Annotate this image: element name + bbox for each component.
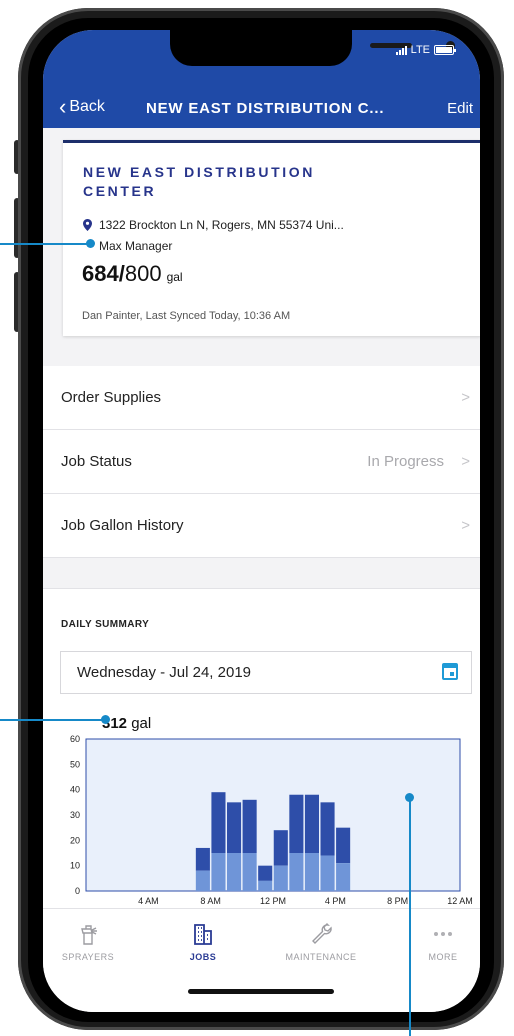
gallons-unit: gal xyxy=(166,270,183,284)
location-pin-icon xyxy=(83,219,92,231)
menu-item-job-gallon-history[interactable]: Job Gallon History > xyxy=(43,494,480,558)
bar-upper xyxy=(273,830,288,866)
x-tick-label: 8 PM xyxy=(387,896,408,906)
gallons-current: 684 xyxy=(82,261,119,286)
bar-upper xyxy=(320,802,335,856)
status-indicators: LTE xyxy=(395,44,456,56)
job-title: NEW EAST DISTRIBUTION CENTER xyxy=(83,164,315,199)
callout-line-manager xyxy=(0,243,88,245)
x-tick-label: 4 PM xyxy=(325,896,346,906)
back-button[interactable]: ‹ Back xyxy=(59,94,105,119)
bar-upper xyxy=(211,792,226,853)
bar-upper xyxy=(242,799,257,853)
bar-lower xyxy=(258,880,273,891)
chevron-right-icon: > xyxy=(461,453,470,470)
sprayer-icon xyxy=(81,925,97,945)
calendar-icon[interactable] xyxy=(442,663,458,680)
notch xyxy=(170,30,455,66)
bar-lower xyxy=(273,865,288,891)
callout-line-chart xyxy=(409,797,411,1036)
date-picker[interactable]: Wednesday - Jul 24, 2019 xyxy=(60,651,472,694)
plot-area xyxy=(85,738,461,892)
tab-label: MAINTENANCE xyxy=(285,952,357,962)
job-address: 1322 Brockton Ln N, Rogers, MN 55374 Uni… xyxy=(83,218,344,232)
y-tick-label: 0 xyxy=(75,886,80,896)
bar-lower xyxy=(195,870,210,891)
bar-upper xyxy=(258,865,273,881)
x-tick-label: 4 AM xyxy=(138,896,159,906)
bar-upper xyxy=(336,827,351,864)
job-card: NEW EAST DISTRIBUTION CENTER 1322 Brockt… xyxy=(63,140,480,336)
bar-lower xyxy=(320,855,335,891)
building-icon xyxy=(194,924,212,945)
menu-item-job-status[interactable]: Job Status In Progress > xyxy=(43,430,480,494)
nav-bar: ‹ Back NEW EAST DISTRIBUTION C... Edit xyxy=(43,92,480,128)
y-tick-label: 60 xyxy=(70,735,80,744)
y-tick-label: 50 xyxy=(70,759,80,769)
sync-status: Dan Painter, Last Synced Today, 10:36 AM xyxy=(82,310,291,322)
app-screen: LTE ‹ Back NEW EAST DISTRIBUTION C... Ed… xyxy=(43,30,480,1012)
bar-upper xyxy=(195,847,210,871)
chevron-right-icon: > xyxy=(461,389,470,406)
callout-dot-manager xyxy=(86,239,95,248)
chevron-right-icon: > xyxy=(461,517,470,534)
daily-summary: DAILY SUMMARY Wednesday - Jul 24, 2019 3… xyxy=(43,588,480,908)
bar-lower xyxy=(304,853,319,891)
edit-button[interactable]: Edit xyxy=(447,100,473,117)
back-label: Back xyxy=(69,98,105,115)
summary-title: DAILY SUMMARY xyxy=(61,619,150,630)
gallon-gauge: 684 / 800 gal xyxy=(82,261,183,287)
tab-sprayers[interactable]: SPRAYERS xyxy=(43,921,133,962)
page: LTE ‹ Back NEW EAST DISTRIBUTION C... Ed… xyxy=(0,0,514,1036)
status-bar: LTE xyxy=(43,30,480,92)
address-text: 1322 Brockton Ln N, Rogers, MN 55374 Uni… xyxy=(99,218,344,232)
gallons-max: 800 xyxy=(124,261,162,286)
bar-lower xyxy=(242,853,257,891)
tab-label: JOBS xyxy=(189,952,217,962)
bar-upper xyxy=(289,794,304,853)
bar-lower xyxy=(211,853,226,891)
y-tick-label: 30 xyxy=(70,810,80,820)
y-tick-label: 40 xyxy=(70,785,80,795)
bar-upper xyxy=(304,794,319,853)
tab-jobs[interactable]: JOBS xyxy=(158,921,248,962)
chevron-left-icon: ‹ xyxy=(59,94,67,119)
callout-line-total xyxy=(0,719,104,721)
date-value: Wednesday - Jul 24, 2019 xyxy=(77,664,252,681)
bar-lower xyxy=(227,853,242,891)
x-tick-label: 8 AM xyxy=(200,896,221,906)
tab-bar: SPRAYERS JOBS MAINTENANCE MORE xyxy=(43,908,480,1012)
bar-lower xyxy=(289,853,304,891)
y-tick-label: 20 xyxy=(70,835,80,845)
battery-icon xyxy=(434,45,456,55)
bar-lower xyxy=(336,863,351,891)
callout-dot-total xyxy=(101,715,110,724)
wrench-icon xyxy=(312,923,332,944)
daily-total-unit: gal xyxy=(131,715,152,732)
x-tick-label: 12 PM xyxy=(260,896,286,906)
job-manager: Max Manager xyxy=(99,239,173,253)
bar-upper xyxy=(227,802,242,853)
home-indicator[interactable] xyxy=(188,989,334,994)
job-menu: Order Supplies > Job Status In Progress … xyxy=(43,366,480,558)
more-dots-icon xyxy=(434,932,452,936)
menu-item-label: Job Gallon History xyxy=(61,517,184,534)
y-tick-label: 10 xyxy=(70,861,80,871)
page-title: NEW EAST DISTRIBUTION C... xyxy=(146,100,385,117)
network-label: LTE xyxy=(410,44,430,56)
menu-item-label: Order Supplies xyxy=(61,389,162,406)
x-tick-label: 12 AM xyxy=(447,896,473,906)
tab-label: SPRAYERS xyxy=(61,952,115,962)
tab-maintenance[interactable]: MAINTENANCE xyxy=(276,921,366,962)
tab-label: MORE xyxy=(428,952,458,962)
menu-item-label: Job Status xyxy=(61,453,132,470)
job-status-value: In Progress xyxy=(367,453,444,470)
signal-icon xyxy=(395,45,407,55)
menu-item-order-supplies[interactable]: Order Supplies > xyxy=(43,366,480,430)
